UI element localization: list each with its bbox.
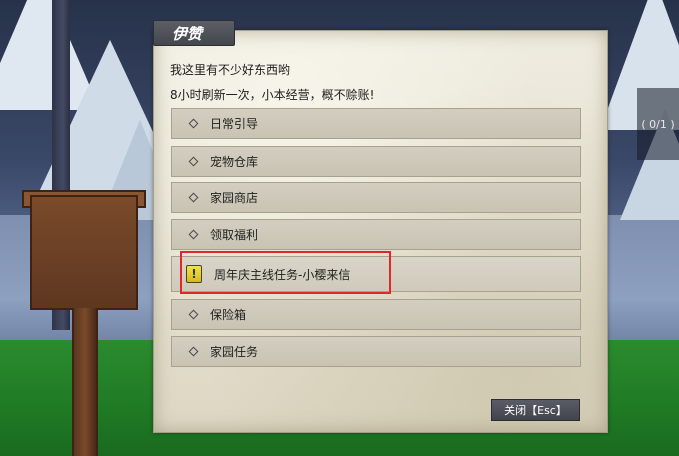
side-quest-counter-text: ( 0/1 ) (641, 117, 675, 131)
dialog-option-home-tasks[interactable]: 家园任务 (171, 336, 581, 367)
dialog-option-label: 领取福利 (210, 228, 259, 242)
dialog-option-label: 保险箱 (210, 308, 247, 322)
dialog-option-label: 家园商店 (210, 191, 259, 205)
diamond-bullet-icon (188, 346, 199, 357)
diamond-bullet-icon (188, 118, 199, 129)
dialog-option-daily-guide[interactable]: 日常引导 (171, 108, 581, 139)
npc-greeting-line-1: 我这里有不少好东西哟 (170, 63, 291, 77)
dialog-option-label: 周年庆主线任务-小樱来信 (214, 267, 351, 282)
close-button[interactable]: 关闭【Esc】 (491, 399, 580, 421)
dialog-option-label: 宠物仓库 (210, 155, 259, 169)
dialog-option-label: 日常引导 (210, 117, 259, 131)
dialog-option-home-shop[interactable]: 家园商店 (171, 182, 581, 213)
dialog-option-claim-rewards[interactable]: 领取福利 (171, 219, 581, 250)
mailbox-post (72, 308, 98, 456)
dialog-option-pet-storage[interactable]: 宠物仓库 (171, 146, 581, 177)
npc-name: 伊赞 (172, 24, 203, 43)
quest-exclamation-icon: ! (186, 265, 202, 283)
diamond-bullet-icon (188, 229, 199, 240)
npc-name-tag: 伊赞 (153, 20, 235, 46)
diamond-bullet-icon (188, 156, 199, 167)
mailbox[interactable] (30, 195, 138, 310)
diamond-bullet-icon (188, 309, 199, 320)
side-quest-counter[interactable]: ( 0/1 ) (637, 88, 679, 160)
diamond-bullet-icon (188, 192, 199, 203)
dialog-option-safe-box[interactable]: 保险箱 (171, 299, 581, 330)
dialog-option-label: 家园任务 (210, 345, 259, 359)
dialog-option-anniversary-quest[interactable]: ! 周年庆主线任务-小樱来信 (171, 256, 581, 292)
npc-greeting-line-2: 8小时刷新一次，小本经营，概不赊账! (170, 88, 375, 102)
close-button-label: 关闭【Esc】 (504, 404, 567, 417)
